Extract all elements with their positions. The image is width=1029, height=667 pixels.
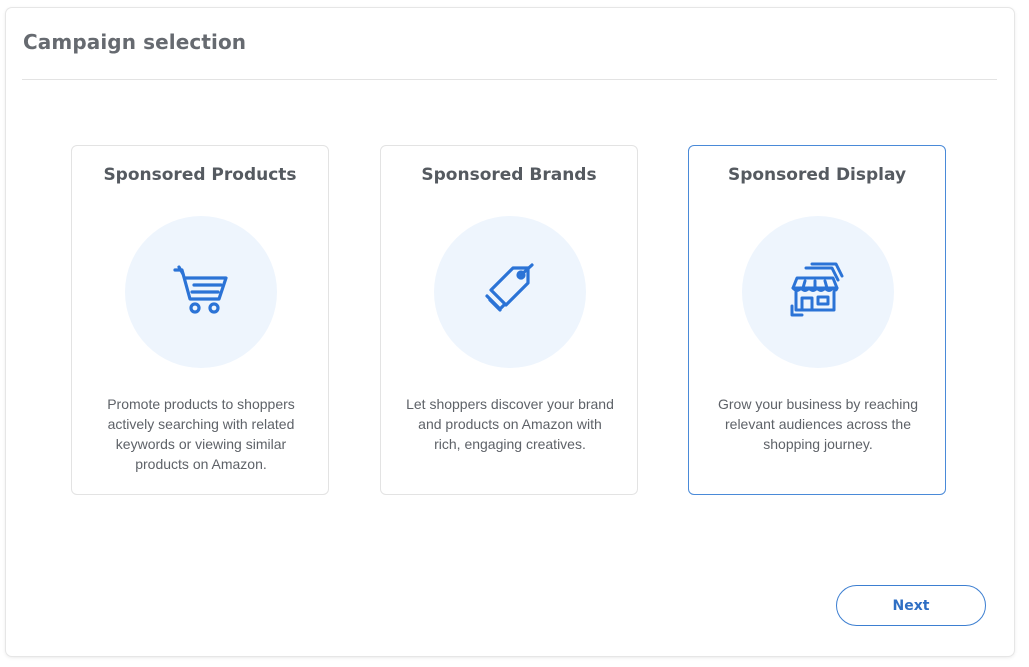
icon-circle xyxy=(125,216,277,368)
icon-circle xyxy=(434,216,586,368)
icon-circle xyxy=(742,216,894,368)
card-sponsored-brands[interactable]: Sponsored Brands Let shoppers discover y… xyxy=(380,145,638,495)
price-tag-icon xyxy=(485,263,534,312)
panel-header: Campaign selection xyxy=(22,8,997,80)
shopping-cart-icon xyxy=(173,265,228,314)
next-button[interactable]: Next xyxy=(836,585,986,626)
card-description: Let shoppers discover your brand and pro… xyxy=(406,396,614,452)
card-description: Promote products to shoppers actively se… xyxy=(107,396,295,472)
card-title: Sponsored Brands xyxy=(421,165,597,185)
card-sponsored-products[interactable]: Sponsored Products Promote products to s… xyxy=(71,145,329,495)
card-title: Sponsored Display xyxy=(727,165,907,185)
storefront-icon xyxy=(790,262,844,317)
card-sponsored-display[interactable]: Sponsored Display Grow your business by … xyxy=(688,145,946,495)
page-title: Campaign selection xyxy=(23,30,247,54)
campaign-selection-panel: Campaign selection Sponsored Products Pr… xyxy=(6,8,1014,656)
card-description: Grow your business by reaching relevant … xyxy=(718,396,918,452)
card-title: Sponsored Products xyxy=(103,165,297,185)
